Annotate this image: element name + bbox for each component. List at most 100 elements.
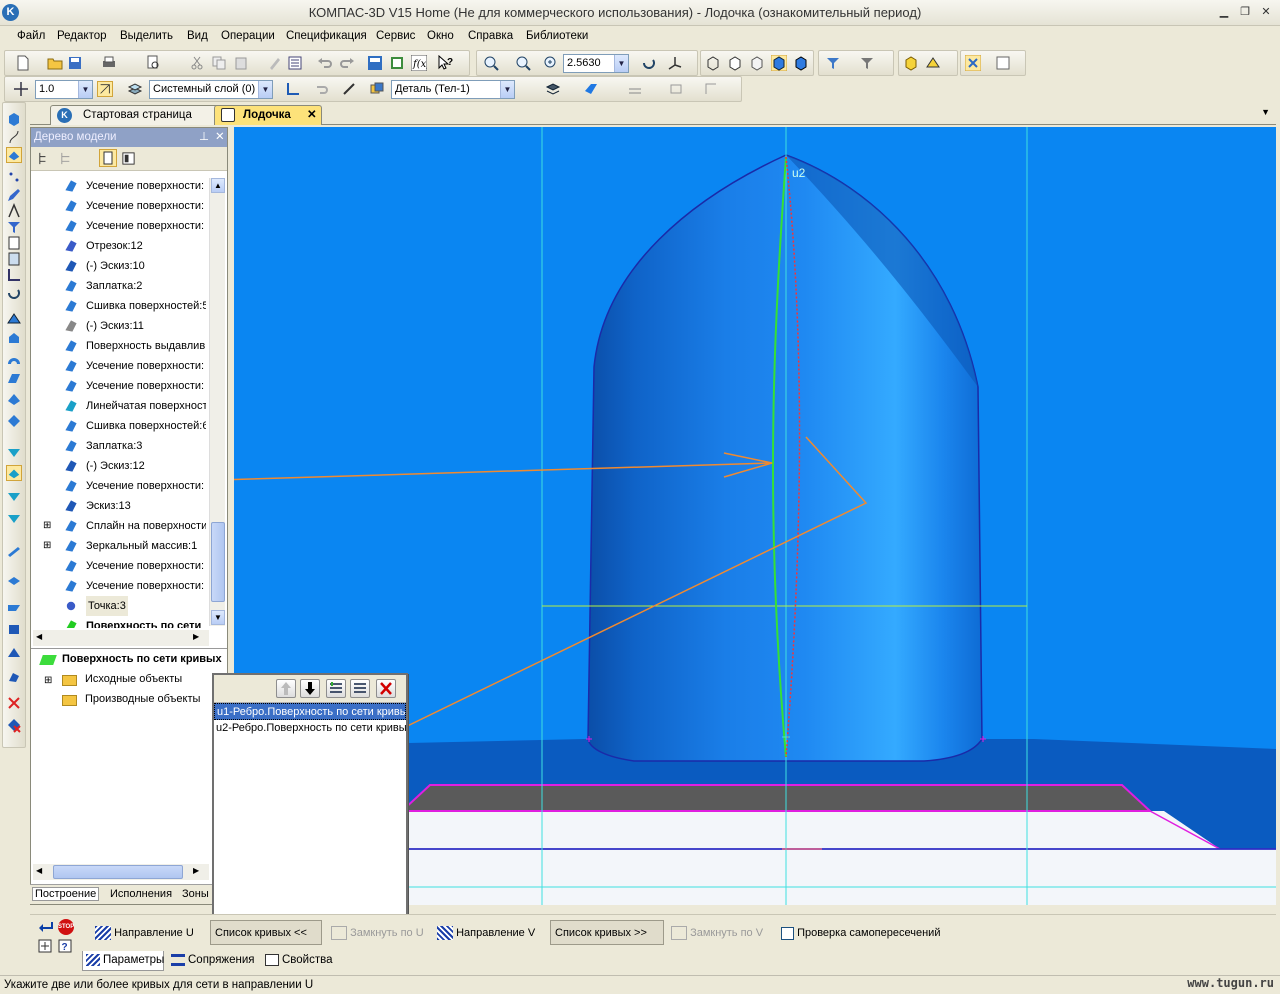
axes-icon[interactable] bbox=[6, 267, 22, 283]
tabs-menu-icon[interactable]: ▼ bbox=[1261, 107, 1270, 117]
open-folder-icon[interactable] bbox=[47, 55, 63, 71]
tab-zones[interactable]: Зоны bbox=[182, 888, 209, 900]
undo-disabled-icon[interactable] bbox=[313, 81, 329, 97]
menu-service[interactable]: Сервис bbox=[376, 30, 415, 42]
tree-item[interactable]: Усечение поверхности: bbox=[31, 556, 206, 576]
props-hscrollbar[interactable]: ◀ ▶ bbox=[33, 864, 209, 880]
restore-edge-icon[interactable] bbox=[6, 669, 22, 685]
properties-icon[interactable] bbox=[287, 55, 303, 71]
tree-item[interactable]: Точка:3 bbox=[31, 596, 206, 616]
tree-item[interactable]: Заплатка:3 bbox=[31, 436, 206, 456]
extrude-surface-icon[interactable] bbox=[6, 311, 22, 327]
zoom-combo[interactable]: 2.5630 ▼ bbox=[563, 54, 629, 73]
loft-surface-icon[interactable] bbox=[6, 371, 22, 387]
tree-item[interactable]: Усечение поверхности: bbox=[31, 356, 206, 376]
delete-item-button[interactable] bbox=[376, 679, 396, 698]
add-item-button[interactable] bbox=[326, 679, 346, 698]
scroll-up-icon[interactable]: ▲ bbox=[211, 178, 225, 193]
report-icon[interactable] bbox=[6, 251, 22, 267]
shaded-icon[interactable] bbox=[771, 55, 787, 71]
scroll-right-icon[interactable]: ▶ bbox=[193, 866, 199, 875]
help-icon[interactable]: ? bbox=[58, 939, 72, 953]
tree-item[interactable]: Поверхность выдавлив bbox=[31, 336, 206, 356]
tree-item[interactable]: Линейчатая поверхност bbox=[31, 396, 206, 416]
filter-icon[interactable] bbox=[825, 55, 841, 71]
tab-executions[interactable]: Исполнения bbox=[110, 888, 172, 900]
cut-icon[interactable] bbox=[189, 55, 205, 71]
copy-icon[interactable] bbox=[211, 55, 227, 71]
zoom-window-icon[interactable] bbox=[483, 55, 499, 71]
edit-item-button[interactable] bbox=[350, 679, 370, 698]
thicken-icon[interactable] bbox=[6, 645, 22, 661]
spec-icon[interactable] bbox=[6, 235, 22, 251]
tree-panel-icon[interactable] bbox=[121, 151, 136, 166]
orientation-plane-icon[interactable] bbox=[341, 81, 357, 97]
rotate-icon[interactable] bbox=[641, 55, 657, 71]
expand-icon[interactable]: ⊞ bbox=[44, 675, 52, 686]
mesh-surface-icon[interactable] bbox=[6, 465, 22, 481]
section-icon[interactable] bbox=[903, 55, 919, 71]
menu-select[interactable]: Выделить bbox=[120, 30, 173, 42]
scroll-thumb[interactable] bbox=[211, 522, 225, 602]
layer-icon[interactable] bbox=[127, 81, 143, 97]
tree-item[interactable]: Сшивка поверхностей:5 bbox=[31, 296, 206, 316]
chevron-down-icon[interactable]: ▼ bbox=[78, 81, 92, 98]
tree-hscrollbar[interactable]: ◀ ▶ bbox=[33, 630, 209, 646]
stop-icon[interactable]: STOP bbox=[58, 919, 74, 935]
pin-icon[interactable]: ⊥ bbox=[199, 128, 209, 146]
tree-item[interactable]: Заплатка:2 bbox=[31, 276, 206, 296]
tree-item[interactable]: Усечение поверхности: bbox=[31, 476, 206, 496]
trim-surface-icon[interactable] bbox=[6, 543, 22, 559]
filter-tree-icon[interactable] bbox=[6, 219, 22, 235]
points-icon[interactable] bbox=[6, 169, 22, 185]
scroll-left-icon[interactable]: ◀ bbox=[36, 632, 42, 641]
extend-surface-icon[interactable] bbox=[6, 597, 22, 613]
scroll-thumb[interactable] bbox=[53, 865, 183, 879]
tree-item[interactable]: Отрезок:12 bbox=[31, 236, 206, 256]
scroll-down-icon[interactable]: ▼ bbox=[211, 610, 225, 625]
part-combo[interactable]: Деталь (Тел-1) ▼ bbox=[391, 80, 515, 99]
surface-through-icon[interactable] bbox=[6, 509, 22, 525]
tab-construction[interactable]: Построение bbox=[32, 887, 100, 901]
zoom-scale-icon[interactable] bbox=[543, 55, 559, 71]
expand-icon[interactable]: ⊞ bbox=[43, 536, 51, 556]
curve-list-item[interactable]: u1-Ребро.Поверхность по сети кривых bbox=[214, 703, 406, 720]
tree-scrollbar[interactable]: ▲ ▼ bbox=[209, 178, 225, 626]
scroll-left-icon[interactable]: ◀ bbox=[36, 866, 42, 875]
surfaces-active-icon[interactable] bbox=[6, 147, 22, 163]
chevron-down-icon[interactable]: ▼ bbox=[500, 81, 514, 98]
paste-icon[interactable] bbox=[233, 55, 249, 71]
chevron-down-icon[interactable]: ▼ bbox=[258, 81, 272, 98]
tab-start-page[interactable]: K Стартовая страница bbox=[50, 105, 224, 125]
format-painter-icon[interactable] bbox=[267, 55, 283, 71]
tab-mates[interactable]: Сопряжения bbox=[168, 951, 258, 971]
shaded-edges-icon[interactable] bbox=[793, 55, 809, 71]
spline-icon[interactable] bbox=[6, 129, 22, 145]
create-object-icon[interactable] bbox=[38, 921, 54, 933]
menu-help[interactable]: Справка bbox=[468, 30, 513, 42]
new-document-icon[interactable] bbox=[15, 55, 31, 71]
tree-order-icon[interactable] bbox=[59, 151, 74, 166]
help-pointer-icon[interactable]: ? bbox=[437, 55, 453, 71]
curve-list-item[interactable]: u2-Ребро.Поверхность по сети кривых bbox=[214, 720, 406, 737]
surface-color-icon[interactable] bbox=[583, 81, 599, 97]
tree-item[interactable]: Усечение поверхности: bbox=[31, 576, 206, 596]
perspective-icon[interactable] bbox=[925, 55, 941, 71]
constraints-icon[interactable] bbox=[703, 81, 719, 97]
ruler-icon[interactable] bbox=[669, 81, 685, 97]
scroll-right-icon[interactable]: ▶ bbox=[193, 632, 199, 641]
close-u-button[interactable]: Замкнуть по U bbox=[326, 920, 430, 945]
rotate-surface-icon[interactable] bbox=[6, 331, 22, 347]
close-v-button[interactable]: Замкнуть по V bbox=[666, 920, 770, 945]
auto-create-icon[interactable] bbox=[38, 939, 52, 953]
remove-faces-icon[interactable] bbox=[6, 717, 22, 733]
tree-item[interactable]: (-) Эскиз:11 bbox=[31, 316, 206, 336]
local-cs-icon[interactable] bbox=[285, 81, 301, 97]
tree-item[interactable]: ⊞ Зеркальный массив:1 bbox=[31, 536, 206, 556]
menu-operations[interactable]: Операции bbox=[221, 30, 275, 42]
close-panel-icon[interactable]: ✕ bbox=[215, 128, 225, 146]
move-up-button[interactable] bbox=[276, 679, 296, 698]
select-filter-icon[interactable] bbox=[859, 55, 875, 71]
tree-item[interactable]: (-) Эскиз:10 bbox=[31, 256, 206, 276]
layout-icon[interactable] bbox=[995, 55, 1011, 71]
